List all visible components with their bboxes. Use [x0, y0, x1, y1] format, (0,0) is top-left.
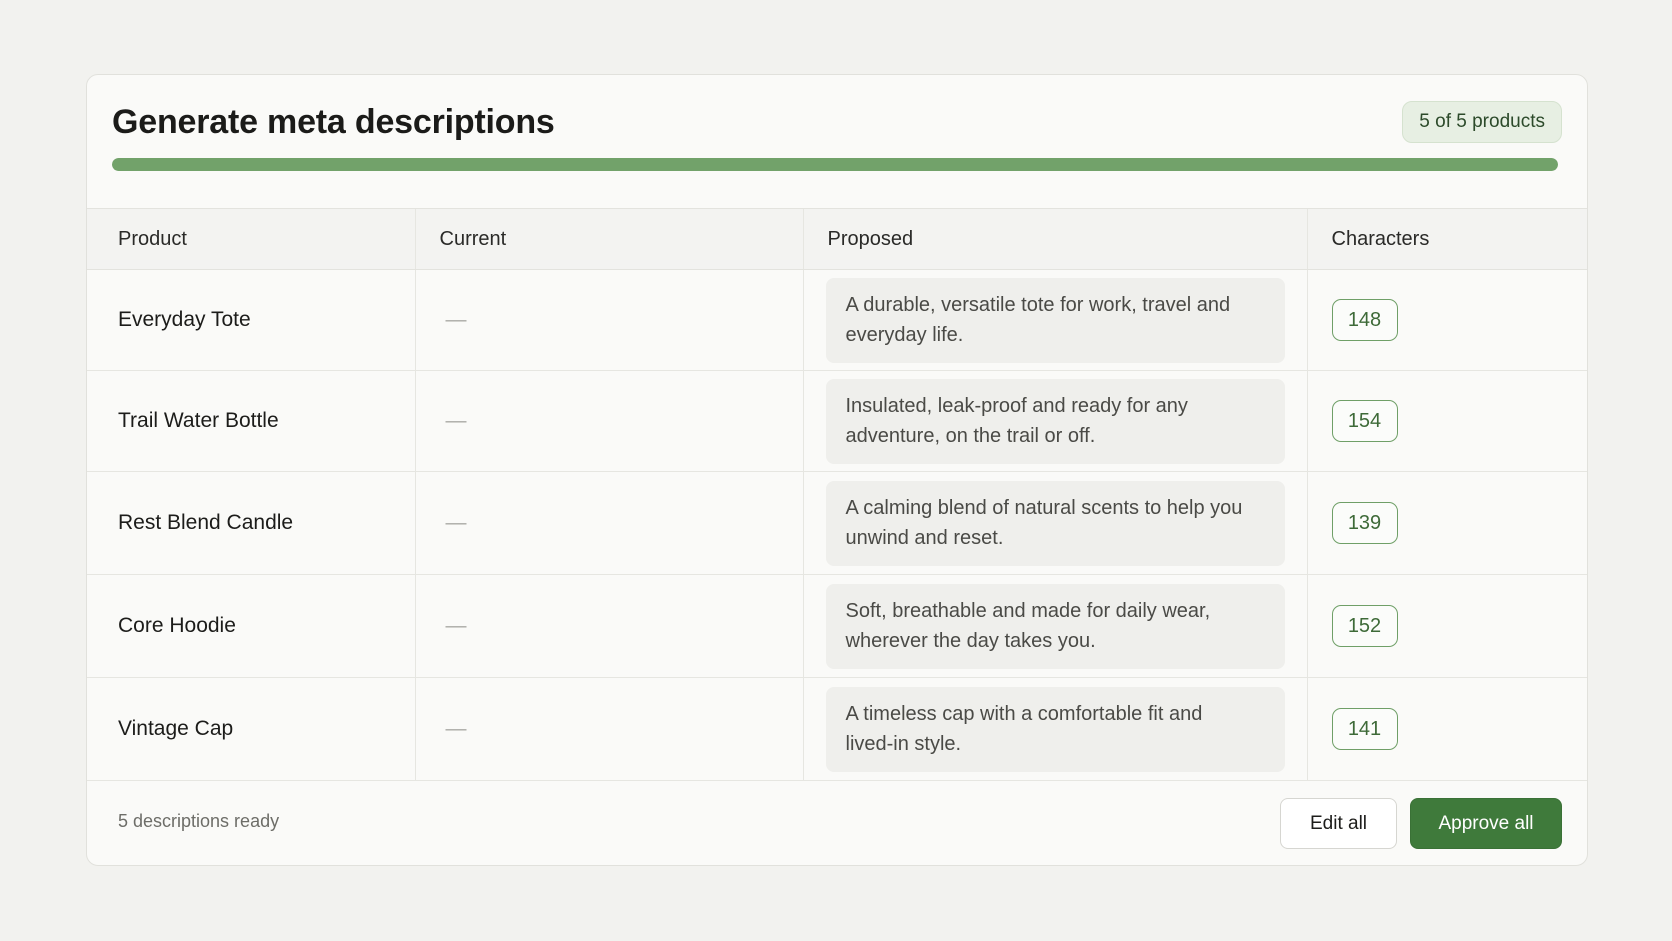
- characters-cell: 154: [1306, 370, 1587, 472]
- edit-all-button[interactable]: Edit all: [1280, 798, 1397, 849]
- proposed-description[interactable]: A durable, versatile tote for work, trav…: [825, 277, 1285, 363]
- current-description: —: [414, 269, 803, 371]
- proposed-description[interactable]: Insulated, leak-proof and ready for any …: [825, 378, 1285, 464]
- proposed-description-text: A durable, versatile tote for work, trav…: [845, 294, 1231, 346]
- column-header-product: Product: [87, 208, 415, 270]
- current-description: —: [414, 677, 803, 781]
- proposed-description[interactable]: A timeless cap with a comfortable fit an…: [825, 686, 1285, 772]
- column-header-current: Current: [414, 208, 803, 270]
- proposed-cell: Insulated, leak-proof and ready for any …: [802, 370, 1307, 472]
- characters-cell: 152: [1306, 574, 1587, 678]
- proposed-description[interactable]: A calming blend of natural scents to hel…: [825, 480, 1285, 566]
- footer-status-text: 5 descriptions ready: [118, 811, 280, 831]
- descriptions-table: Product Current Proposed Characters Ever…: [87, 208, 1587, 781]
- proposed-description-text: A timeless cap with a comfortable fit an…: [845, 703, 1203, 755]
- proposed-description[interactable]: Soft, breathable and made for daily wear…: [825, 583, 1285, 669]
- table-row: Core Hoodie — Soft, breathable and made …: [87, 574, 1587, 678]
- current-description: —: [414, 471, 803, 575]
- proposed-description-text: Insulated, leak-proof and ready for any …: [845, 395, 1188, 447]
- character-count-badge: 139: [1331, 502, 1398, 544]
- table-header-row: Product Current Proposed Characters: [87, 208, 1587, 270]
- current-description: —: [414, 370, 803, 472]
- table-row: Trail Water Bottle — Insulated, leak-pro…: [87, 370, 1587, 472]
- product-name: Trail Water Bottle: [87, 370, 415, 472]
- proposed-description-text: A calming blend of natural scents to hel…: [845, 497, 1243, 549]
- product-count-badge: 5 of 5 products: [1402, 101, 1562, 143]
- product-name: Core Hoodie: [87, 574, 415, 678]
- characters-cell: 148: [1306, 269, 1587, 371]
- characters-cell: 139: [1306, 471, 1587, 575]
- proposed-description-text: Soft, breathable and made for daily wear…: [845, 600, 1211, 652]
- progress-bar: [112, 158, 1558, 171]
- table-row: Everyday Tote — A durable, versatile tot…: [87, 269, 1587, 371]
- characters-cell: 141: [1306, 677, 1587, 781]
- approve-all-button[interactable]: Approve all: [1410, 798, 1562, 849]
- proposed-cell: A timeless cap with a comfortable fit an…: [802, 677, 1307, 781]
- card-footer: 5 descriptions ready Edit all Approve al…: [87, 779, 1587, 865]
- column-header-proposed: Proposed: [802, 208, 1307, 270]
- proposed-cell: A calming blend of natural scents to hel…: [802, 471, 1307, 575]
- table-row: Vintage Cap — A timeless cap with a comf…: [87, 677, 1587, 781]
- page-title: Generate meta descriptions: [112, 103, 555, 141]
- product-name: Everyday Tote: [87, 269, 415, 371]
- proposed-cell: Soft, breathable and made for daily wear…: [802, 574, 1307, 678]
- meta-descriptions-card: Generate meta descriptions 5 of 5 produc…: [86, 74, 1588, 866]
- character-count-badge: 152: [1331, 605, 1398, 647]
- table-row: Rest Blend Candle — A calming blend of n…: [87, 471, 1587, 575]
- column-header-characters: Characters: [1306, 208, 1587, 270]
- progress-bar-fill: [112, 158, 1558, 171]
- current-description: —: [414, 574, 803, 678]
- proposed-cell: A durable, versatile tote for work, trav…: [802, 269, 1307, 371]
- card-header: Generate meta descriptions 5 of 5 produc…: [87, 75, 1587, 208]
- product-name: Vintage Cap: [87, 677, 415, 781]
- character-count-badge: 141: [1331, 708, 1398, 750]
- product-name: Rest Blend Candle: [87, 471, 415, 575]
- character-count-badge: 154: [1331, 400, 1398, 442]
- character-count-badge: 148: [1331, 299, 1398, 341]
